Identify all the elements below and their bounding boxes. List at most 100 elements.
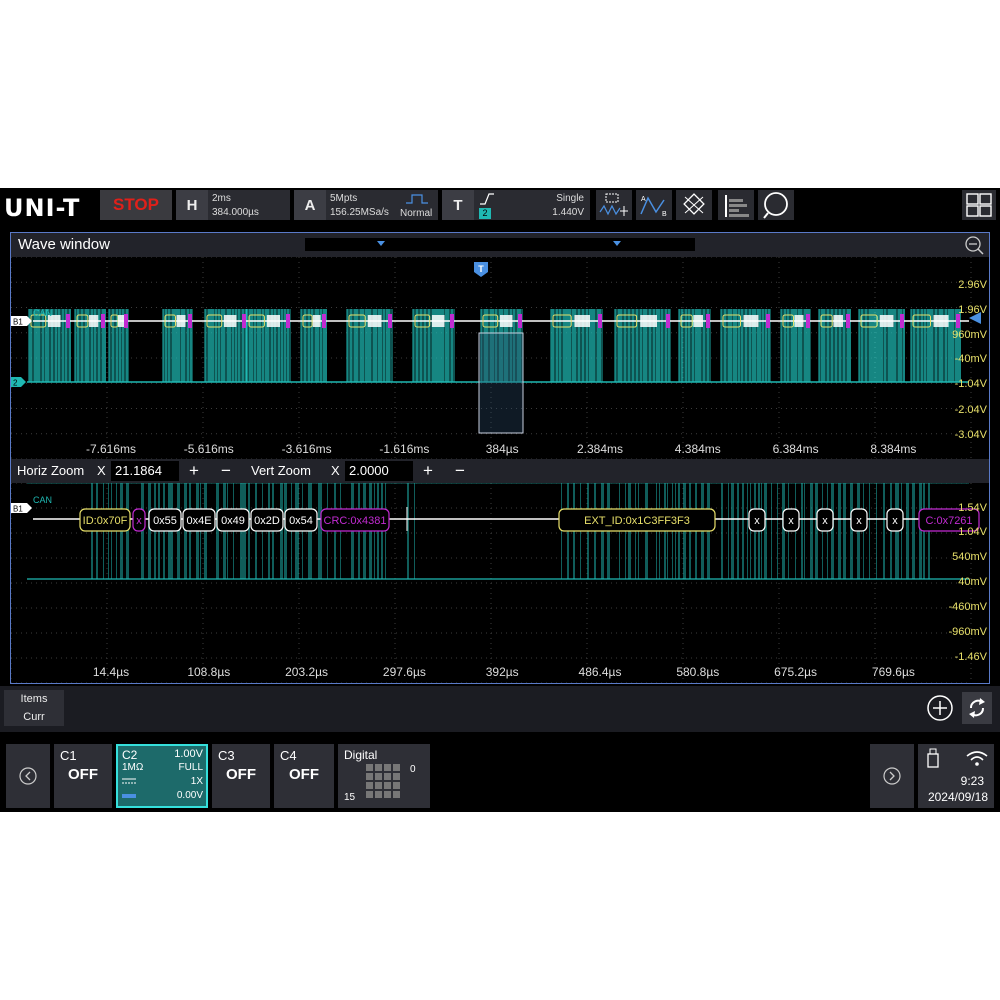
digital-grid-cell <box>375 791 382 798</box>
zoom-ch2-edge <box>838 483 841 579</box>
vert-zoom-x: X <box>331 463 340 478</box>
rising-edge-icon <box>480 193 494 205</box>
memory-depth: 5Mpts <box>330 193 358 204</box>
decode-packet-label: ID:0x70F <box>83 515 128 527</box>
math-icon[interactable] <box>676 190 712 220</box>
bus-crc-box <box>598 314 602 328</box>
zoom-time-label: 297.6µs <box>383 665 426 679</box>
prev-page-button[interactable] <box>6 744 50 808</box>
zoom-ch2-edge <box>901 483 902 579</box>
voltage-label: -2.04V <box>955 404 988 416</box>
time-label: 2.384ms <box>577 442 623 456</box>
zoom-out-icon[interactable] <box>963 235 985 255</box>
bus-data-box <box>640 315 657 327</box>
c3-name: C3 <box>218 748 235 763</box>
invert-icon <box>122 794 136 798</box>
bus-data-box <box>266 315 280 327</box>
wifi-icon <box>966 751 988 766</box>
refresh-button[interactable] <box>962 692 992 724</box>
zoom-bus-protocol-label: CAN <box>33 495 52 505</box>
ch2-marker[interactable]: 2 <box>11 377 26 388</box>
coupling-icon <box>122 778 136 784</box>
zoom-region-box[interactable] <box>478 332 524 434</box>
zoom-ch2-edge <box>876 483 877 579</box>
main-waveform-view[interactable]: T B1 CAN 2 2.96V 1.96V 960mV -40mV -1.04V -2.… <box>11 257 989 459</box>
bus-crc-box <box>66 314 70 328</box>
channel-c4[interactable]: C4 OFF <box>274 744 334 808</box>
ref-icon[interactable] <box>718 190 754 220</box>
add-item-icon[interactable] <box>926 694 954 722</box>
refresh-icon <box>969 698 985 718</box>
bus-data-box <box>118 315 124 327</box>
bus-crc-box <box>846 314 850 328</box>
zoom-navigator[interactable] <box>305 238 695 251</box>
bus-crc-box <box>388 314 392 328</box>
horizontal-panel[interactable]: H 2ms 384.000µs <box>176 190 290 220</box>
zoom-voltage-label: -960mV <box>948 626 987 638</box>
zoom-time-label: 769.6µs <box>872 665 915 679</box>
horiz-zoom-input[interactable]: 21.1864 <box>111 461 179 481</box>
digital-grid-cell <box>393 764 400 771</box>
digital-name: Digital <box>344 748 378 762</box>
vert-zoom-input[interactable]: 2.0000 <box>345 461 413 481</box>
decode-packet-label: 0x49 <box>221 515 245 527</box>
zoom-ch2-edge <box>912 483 915 579</box>
measure-items-bar: Items Curr <box>0 686 1000 732</box>
wave-window[interactable]: Wave window T B1 CAN 2 2.96V 1.96V 960mV… <box>10 232 990 684</box>
zoom-ch2-edge <box>747 483 748 579</box>
time-label: 6.384ms <box>773 442 819 456</box>
trigger-mode: Single <box>556 193 584 204</box>
bus-crc-box <box>450 314 454 328</box>
oscilloscope-screen: UNI-T STOP H 2ms 384.000µs A 5Mpts 156.2… <box>0 188 1000 812</box>
trigger-panel[interactable]: T 2 Single 1.440V <box>442 190 590 220</box>
channel-c1[interactable]: C1 OFF <box>54 744 112 808</box>
zoom-time-label: 14.4µs <box>93 665 129 679</box>
bus-crc-box <box>766 314 770 328</box>
time-label: 8.384ms <box>870 442 916 456</box>
curr-tab[interactable]: Curr <box>4 708 64 726</box>
vert-zoom-minus-button[interactable]: − <box>449 461 471 481</box>
horiz-zoom-plus-button[interactable]: + <box>183 461 205 481</box>
channel-c3[interactable]: C3 OFF <box>212 744 270 808</box>
digital-grid-cell <box>375 782 382 789</box>
c2-bandwidth: FULL <box>178 762 203 773</box>
channel-c2[interactable]: C2 1.00V 1MΩ FULL 1X 0.00V <box>116 744 208 808</box>
next-page-button[interactable] <box>870 744 914 808</box>
zoom-bus-marker[interactable]: B1 CAN <box>11 495 52 514</box>
bus-data-box <box>367 315 382 327</box>
measure-icon[interactable]: AB <box>636 190 672 220</box>
layout-icon[interactable] <box>962 190 996 220</box>
search-icon[interactable] <box>758 190 794 220</box>
c2-scale: 1.00V <box>174 748 203 760</box>
acquire-letter: A <box>294 190 326 220</box>
zoom-ch2-edge <box>737 483 739 579</box>
zoom-ch2-edge <box>782 483 785 579</box>
vert-zoom-plus-button[interactable]: + <box>417 461 439 481</box>
run-stop-button[interactable]: STOP <box>100 190 172 220</box>
c1-name: C1 <box>60 748 77 763</box>
c2-name: C2 <box>122 748 138 762</box>
sample-rate: 156.25MSa/s <box>330 207 389 218</box>
zoom-ch2-edge <box>318 483 321 579</box>
acquire-panel[interactable]: A 5Mpts 156.25MSa/s Normal <box>294 190 438 220</box>
trigger-marker[interactable]: T <box>474 262 488 277</box>
bus-data-box <box>879 315 894 327</box>
decode-packet-label: x <box>822 515 828 527</box>
ch2-marker-label: 2 <box>13 379 18 388</box>
digital-grid-cell <box>393 782 400 789</box>
c4-state: OFF <box>289 766 319 783</box>
bus-data-box <box>223 315 237 327</box>
status-panel: 9:23 2024/09/18 <box>918 744 994 808</box>
c2-impedance: 1MΩ <box>122 762 144 773</box>
cursor-measure-icon[interactable] <box>596 190 632 220</box>
time-label: 4.384ms <box>675 442 721 456</box>
items-tab[interactable]: Items <box>4 690 64 708</box>
digital-channel[interactable]: Digital 0 15 <box>338 744 430 808</box>
horiz-zoom-minus-button[interactable]: − <box>215 461 237 481</box>
zoom-time-label: 675.2µs <box>774 665 817 679</box>
zoom-voltage-label: 540mV <box>952 551 988 563</box>
decode-packet-label: CRC:0x4381 <box>324 515 387 527</box>
zoom-waveform-view[interactable]: ID:0x70F x 0x55 0x4E 0x49 0x2D 0x54 CRC:0x4381 E… <box>11 483 989 683</box>
zoom-bus-decode: ID:0x70F x 0x55 0x4E 0x49 0x2D 0x54 CRC:0x4381 E… <box>33 507 980 532</box>
bus-data-box <box>499 315 513 327</box>
